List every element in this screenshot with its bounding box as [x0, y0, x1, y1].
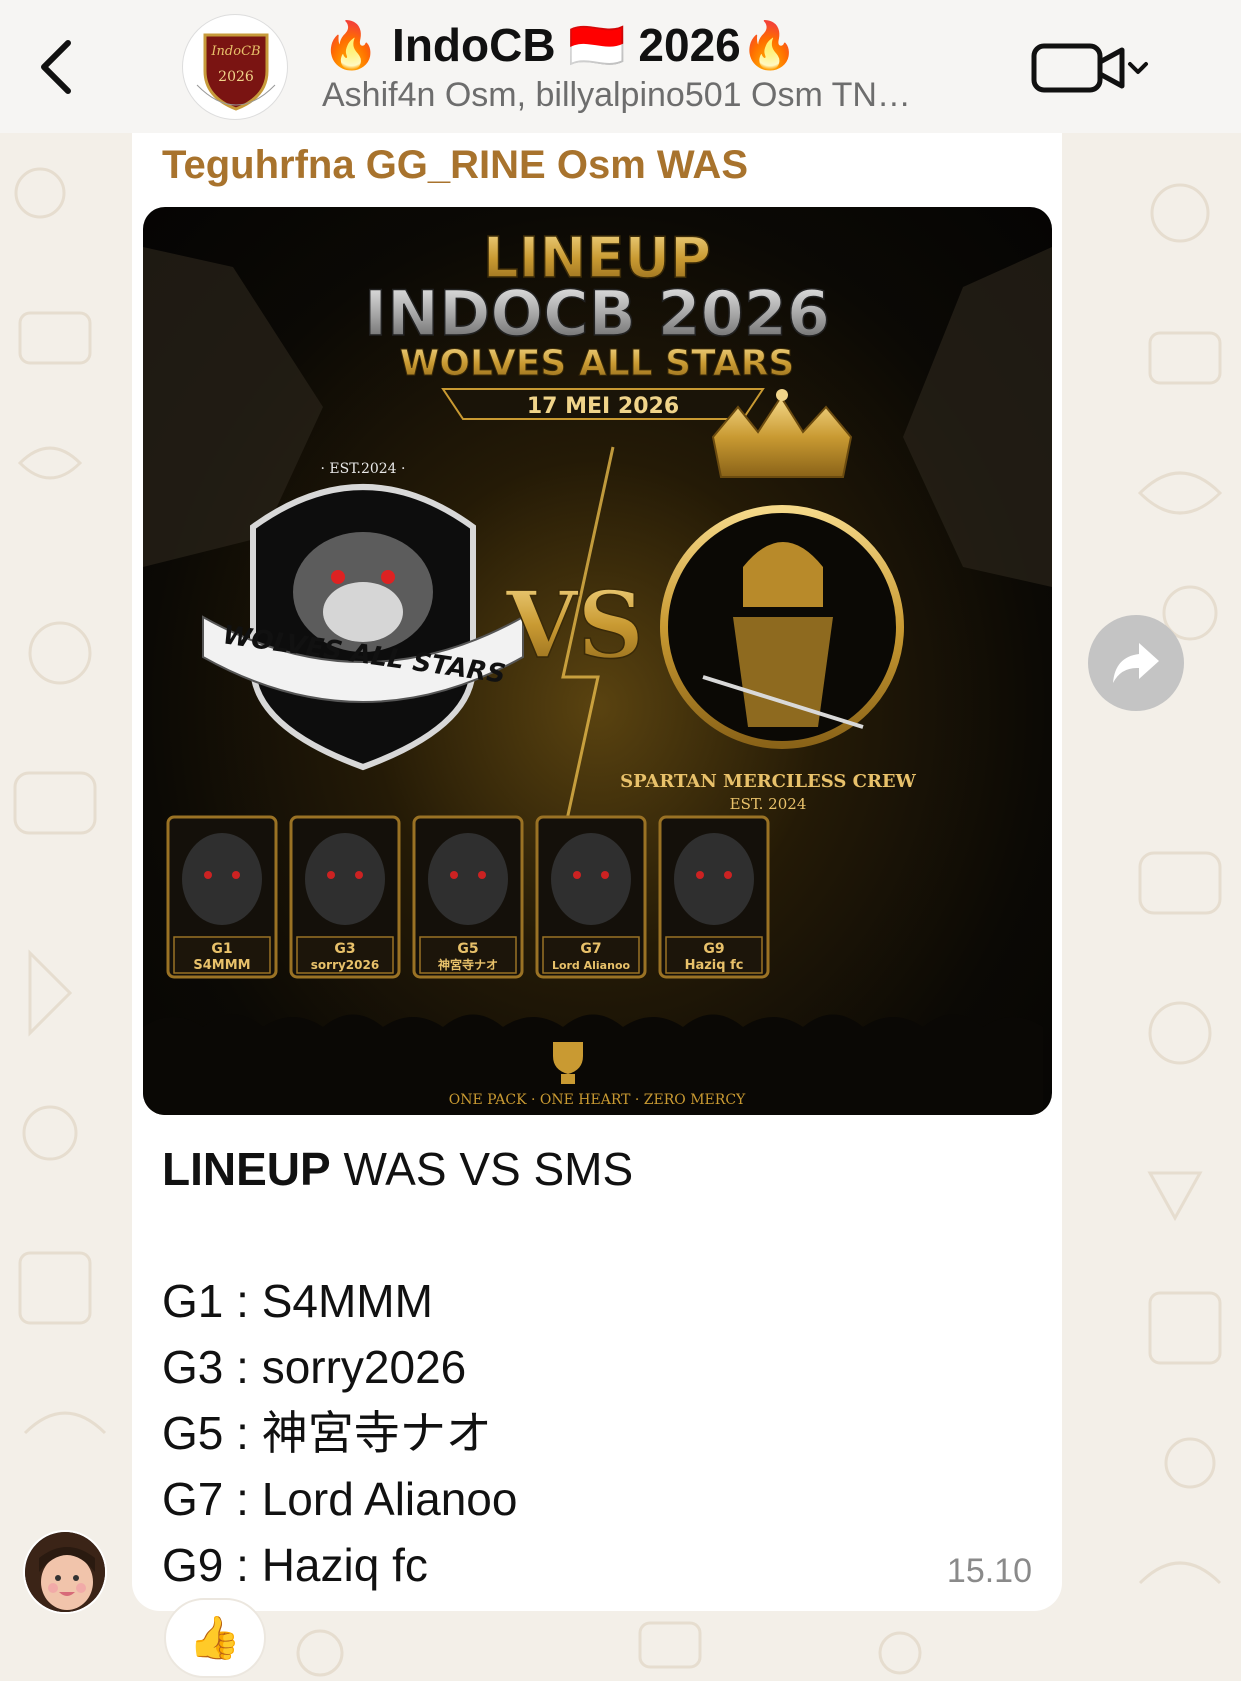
svg-text:神宮寺ナオ: 神宮寺ナオ [438, 957, 498, 972]
child-avatar-icon [25, 1532, 105, 1612]
poster-title-team: WOLVES ALL STARS [400, 343, 795, 384]
message-title: LINEUP WAS VS SMS [162, 1136, 1022, 1202]
forward-arrow-icon [1113, 643, 1159, 683]
chat-title[interactable]: 🔥 IndoCB 🇮🇩 2026🔥 [322, 18, 798, 73]
reaction-thumbs-up[interactable]: 👍 [164, 1598, 266, 1678]
svg-text:Haziq fc: Haziq fc [685, 958, 744, 973]
svg-text:G3: G3 [334, 941, 355, 957]
message-timestamp: 15.10 [946, 1552, 1032, 1590]
video-call-button[interactable] [1030, 40, 1150, 96]
lineup-line: G1 : S4MMM [162, 1275, 433, 1327]
player-card: G3 sorry2026 [289, 815, 401, 979]
poster-date: 17 MEI 2026 [527, 394, 679, 419]
player-card: G5 神宮寺ナオ [412, 815, 524, 979]
message-text[interactable]: LINEUP WAS VS SMS G1 : S4MMM G3 : sorry2… [162, 1136, 1022, 1598]
player-cards: G1 S4MMM G3 sorry2026 G5 神宮寺ナオ G7 Lord A… [166, 815, 770, 979]
poster-image[interactable]: LINEUP INDOCB 2026 WOLVES ALL STARS 17 M… [143, 207, 1052, 1115]
lineup-line: G9 : Haziq fc [162, 1539, 428, 1591]
svg-text:S4MMM: S4MMM [193, 958, 250, 973]
lineup-line: G3 : sorry2026 [162, 1341, 467, 1393]
sender-avatar[interactable] [23, 1530, 107, 1614]
lineup-poster: LINEUP INDOCB 2026 WOLVES ALL STARS 17 M… [143, 225, 1052, 1115]
svg-text:sorry2026: sorry2026 [311, 958, 379, 972]
lineup-line: G7 : Lord Alianoo [162, 1473, 518, 1525]
svg-text:G1: G1 [211, 941, 232, 957]
vs-text: VS [505, 571, 644, 679]
svg-text:G7: G7 [580, 941, 601, 957]
forward-button[interactable] [1088, 615, 1184, 711]
spartan-emblem: SPARTAN MERCILESS CREW EST. 2024 [620, 389, 917, 813]
poster-title-event: INDOCB 2026 [364, 277, 830, 350]
svg-text:SPARTAN MERCILESS CREW: SPARTAN MERCILESS CREW [620, 771, 917, 792]
svg-text:Lord Alianoo: Lord Alianoo [552, 959, 631, 972]
chevron-left-icon [41, 40, 71, 94]
message-title-rest: WAS VS SMS [330, 1143, 634, 1195]
svg-text:IndoCB: IndoCB [210, 44, 260, 59]
chat-header: IndoCB 2026 🔥 IndoCB 🇮🇩 2026🔥 Ashif4n Os… [0, 0, 1241, 133]
player-card: G7 Lord Alianoo [535, 815, 647, 979]
lineup-line: G5 : 神宮寺ナオ [162, 1407, 492, 1459]
svg-text:EST. 2024: EST. 2024 [730, 795, 807, 813]
chat-members[interactable]: Ashif4n Osm, billyalpino501 Osm TN… [322, 76, 972, 115]
player-card: G9 Haziq fc [658, 815, 770, 979]
group-avatar[interactable]: IndoCB 2026 [182, 14, 288, 120]
svg-text:2026: 2026 [218, 69, 254, 85]
group-logo-icon: IndoCB 2026 [186, 18, 286, 118]
message-title-bold: LINEUP [162, 1143, 331, 1195]
svg-text:G9: G9 [703, 941, 724, 957]
poster-footer: ONE PACK · ONE HEART · ZERO MERCY [449, 1092, 746, 1108]
svg-text:· EST.2024 ·: · EST.2024 · [321, 461, 406, 477]
video-camera-icon [1031, 43, 1148, 93]
sender-name[interactable]: Teguhrfna GG_RINE Osm WAS [162, 143, 748, 188]
message-bubble[interactable]: Teguhrfna GG_RINE Osm WAS LINEUP INDOCB … [132, 133, 1062, 1611]
back-button[interactable] [30, 34, 82, 100]
player-card: G1 S4MMM [166, 815, 278, 979]
svg-text:G5: G5 [457, 941, 478, 957]
spartan-silhouette [903, 247, 1052, 587]
